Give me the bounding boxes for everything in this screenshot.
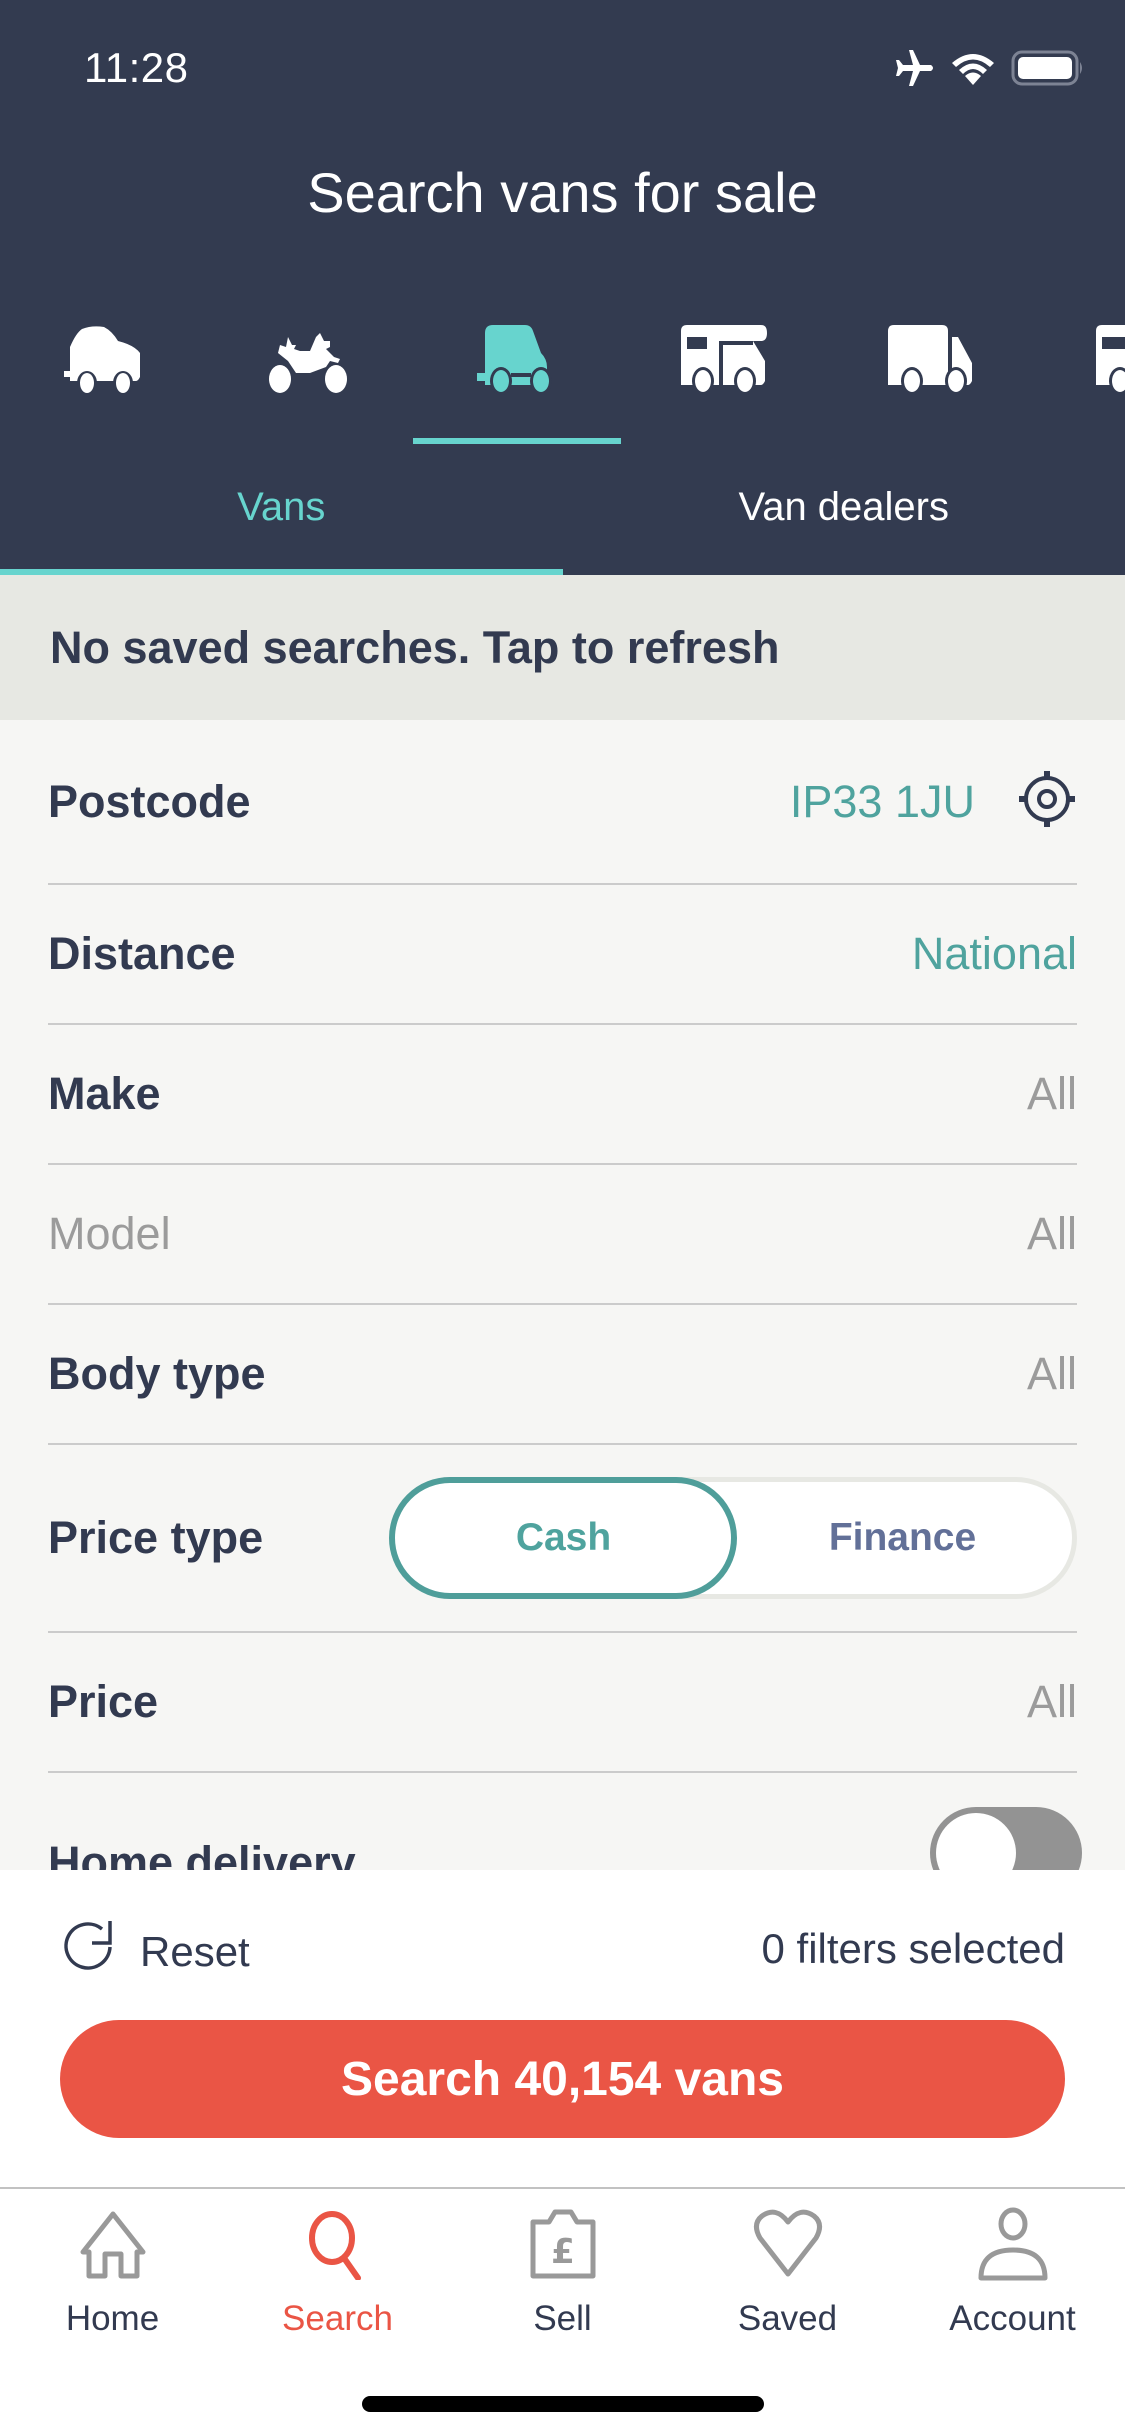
distance-value: National	[911, 928, 1077, 979]
status-time: 11:28	[84, 44, 189, 91]
price-type-segmented-control: Cash Finance	[389, 1477, 1077, 1599]
filter-row-model[interactable]: Model All	[48, 1165, 1077, 1305]
tabbar-sell-label: Sell	[533, 2299, 592, 2338]
search-icon	[302, 2199, 374, 2289]
tabbar-home[interactable]: Home	[0, 2189, 225, 2339]
filter-form: Postcode IP33 1JU Distance National Make…	[0, 720, 1125, 1870]
body-type-value: All	[1026, 1348, 1077, 1399]
home-delivery-toggle[interactable]	[930, 1807, 1082, 1870]
sell-pound-icon: £	[527, 2199, 599, 2289]
tabbar-account[interactable]: Account	[900, 2189, 1125, 2339]
person-icon	[977, 2199, 1049, 2289]
home-icon	[77, 2199, 149, 2289]
motorbike-icon	[269, 333, 347, 393]
make-value: All	[1026, 1068, 1077, 1119]
make-label: Make	[48, 1068, 161, 1119]
model-value: All	[1026, 1208, 1077, 1259]
motorhome-icon	[681, 325, 767, 395]
svg-text:£: £	[551, 2232, 575, 2272]
heart-icon	[750, 2199, 826, 2289]
filter-row-body-type[interactable]: Body type All	[48, 1305, 1077, 1445]
home-indicator	[362, 2396, 764, 2412]
home-delivery-label: Home delivery	[48, 1837, 356, 1870]
tabbar-saved[interactable]: Saved	[675, 2189, 900, 2339]
filter-row-make[interactable]: Make All	[48, 1025, 1077, 1165]
body-type-label: Body type	[48, 1348, 266, 1399]
filter-row-price[interactable]: Price All	[48, 1633, 1077, 1773]
postcode-label: Postcode	[48, 775, 251, 827]
price-value: All	[1026, 1676, 1077, 1727]
battery-icon	[1011, 50, 1085, 91]
tabs: Vans Van dealers	[0, 460, 1125, 575]
truck-icon	[888, 325, 972, 395]
toggle-knob	[936, 1813, 1016, 1870]
tabbar-home-label: Home	[65, 2299, 160, 2338]
reset-button[interactable]: Reset	[58, 1917, 250, 1986]
filter-row-distance[interactable]: Distance National	[48, 885, 1077, 1025]
search-footer: Reset 0 filters selected Search 40,154 v…	[0, 1870, 1125, 2187]
caravan-icon	[1096, 325, 1125, 395]
price-type-cash[interactable]: Cash	[394, 1482, 733, 1594]
vehicle-type-selector	[0, 300, 1125, 460]
filter-row-home-delivery: Home delivery	[48, 1773, 1082, 1870]
filter-row-postcode[interactable]: Postcode IP33 1JU	[48, 720, 1077, 885]
tab-vans[interactable]: Vans	[0, 460, 563, 575]
wifi-icon	[951, 51, 995, 90]
reset-label: Reset	[140, 1927, 250, 1975]
tabbar-sell[interactable]: £ Sell	[450, 2189, 675, 2339]
van-icon	[477, 325, 552, 395]
price-type-label: Price type	[48, 1512, 264, 1563]
vehicle-car[interactable]	[47, 320, 157, 400]
tabbar-saved-label: Saved	[737, 2299, 838, 2338]
vehicle-caravan[interactable]	[1085, 320, 1125, 400]
distance-label: Distance	[48, 928, 236, 979]
search-submit-button[interactable]: Search 40,154 vans	[60, 2020, 1065, 2138]
model-label: Model	[48, 1208, 171, 1259]
tab-van-dealers[interactable]: Van dealers	[563, 460, 1125, 575]
airplane-icon	[893, 50, 935, 91]
tabbar-search-label: Search	[282, 2299, 393, 2338]
filter-row-price-type: Price type Cash Finance	[48, 1445, 1077, 1633]
tabbar-search[interactable]: Search	[225, 2189, 450, 2339]
tabbar-account-label: Account	[949, 2299, 1076, 2338]
location-target-icon[interactable]	[1017, 769, 1077, 834]
postcode-value[interactable]: IP33 1JU	[790, 776, 975, 828]
vehicle-selected-indicator	[413, 438, 621, 444]
vehicle-motorbike[interactable]	[253, 320, 363, 400]
filters-selected-count: 0 filters selected	[761, 1925, 1065, 1972]
reset-icon	[58, 1917, 122, 1986]
status-icons	[893, 50, 1085, 91]
vehicle-motorhome[interactable]	[670, 320, 780, 400]
header: 11:28 Search vans for sale Vans Van deal…	[0, 0, 1125, 575]
price-type-finance[interactable]: Finance	[733, 1482, 1072, 1594]
saved-searches-banner[interactable]: No saved searches. Tap to refresh	[0, 575, 1125, 720]
car-icon	[64, 326, 140, 395]
page-title: Search vans for sale	[307, 161, 818, 224]
vehicle-truck[interactable]	[877, 320, 987, 400]
price-label: Price	[48, 1676, 159, 1727]
vehicle-van[interactable]	[462, 320, 572, 400]
